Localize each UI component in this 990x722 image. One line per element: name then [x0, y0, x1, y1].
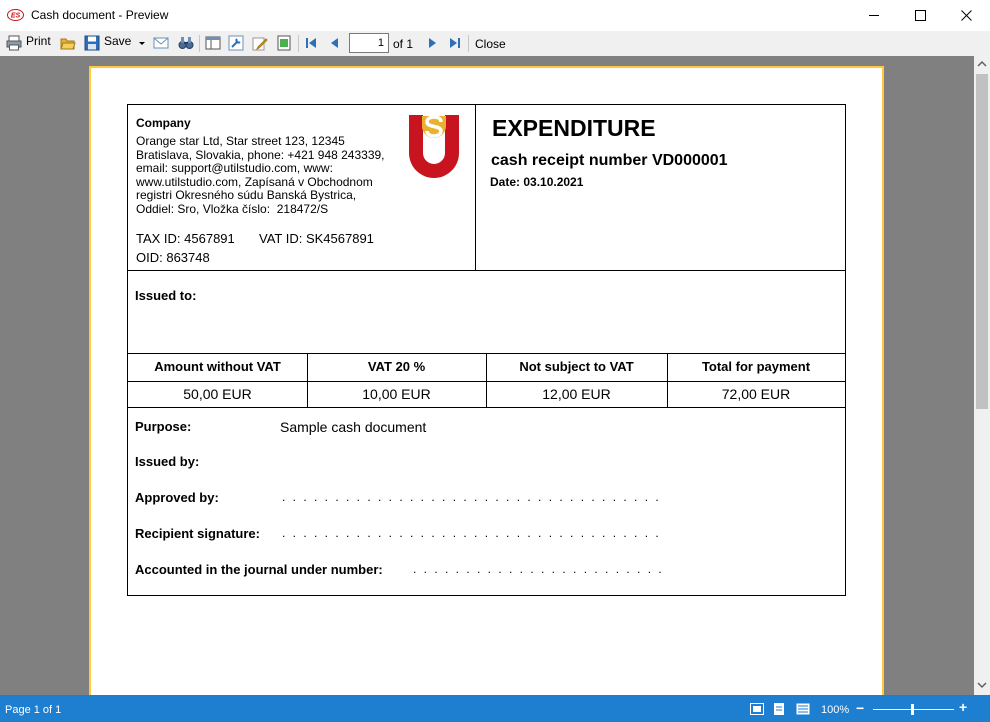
app-icon: ES	[7, 9, 24, 21]
oid: OID: 863748	[136, 250, 210, 265]
table-header-total: Total for payment	[701, 359, 811, 374]
print-button[interactable]: Print	[6, 34, 52, 53]
document-date: Date: 03.10.2021	[490, 175, 584, 189]
email-button[interactable]	[153, 34, 169, 53]
page-setup-button[interactable]	[205, 34, 221, 53]
find-button[interactable]	[178, 34, 194, 53]
close-button[interactable]: Close	[475, 37, 506, 51]
minimize-button[interactable]	[852, 0, 898, 31]
printer-icon	[6, 35, 22, 51]
cash-document: Company Orange star Ltd, Star street 123…	[127, 104, 846, 596]
save-button[interactable]: Save	[84, 34, 132, 53]
document-title: EXPENDITURE	[492, 115, 656, 141]
toolbar-separator	[298, 35, 299, 52]
table-value-vat: 10,00 EUR	[362, 386, 431, 402]
approved-by-label: Approved by:	[135, 490, 219, 505]
svg-text:ES: ES	[11, 13, 21, 20]
binoculars-icon	[178, 37, 194, 49]
page-count-label: of 1	[393, 37, 414, 51]
previous-page-icon	[331, 38, 338, 48]
toolbar: Print Save of 1 Close	[0, 31, 990, 56]
zoom-in-button[interactable]: +	[959, 699, 967, 715]
save-dropdown-button[interactable]	[138, 34, 147, 53]
header-divider	[475, 105, 476, 271]
recipient-signature-line: . . . . . . . . . . . . . . . . . . . . …	[282, 526, 661, 540]
first-page-icon	[306, 38, 316, 48]
table-header-amount: Amount without VAT	[154, 359, 281, 374]
settings-button[interactable]	[228, 34, 244, 53]
table-header-not-subject: Not subject to VAT	[519, 359, 634, 374]
minimize-icon	[869, 15, 879, 16]
edit-button[interactable]	[252, 34, 268, 53]
envelope-icon	[153, 37, 169, 49]
receipt-number: cash receipt number VD000001	[491, 152, 728, 169]
company-logo	[409, 115, 459, 178]
recipient-signature-label: Recipient signature:	[135, 526, 260, 541]
zoom-slider-thumb[interactable]	[911, 704, 914, 715]
folder-open-icon	[60, 38, 76, 50]
title-bar: ES Cash document - Preview	[0, 0, 990, 31]
issued-by-label: Issued by:	[135, 454, 200, 469]
journal-number-line: . . . . . . . . . . . . . . . . . . . . …	[413, 562, 664, 576]
print-label: Print	[26, 34, 51, 48]
toolbar-separator	[468, 35, 469, 52]
first-page-button[interactable]	[304, 34, 318, 53]
scroll-up-icon[interactable]	[977, 60, 987, 68]
last-page-button[interactable]	[448, 34, 462, 53]
floppy-disk-icon	[84, 35, 100, 51]
purpose-value: Sample cash document	[280, 419, 427, 435]
approved-by-signature-line: . . . . . . . . . . . . . . . . . . . . …	[282, 490, 661, 504]
table-value-not-subject: 12,00 EUR	[542, 386, 611, 402]
vertical-scrollbar[interactable]	[974, 56, 990, 695]
page-setup-icon[interactable]	[750, 703, 764, 715]
toolbar-separator	[199, 35, 200, 52]
page-status: Page 1 of 1	[5, 704, 62, 716]
close-icon	[961, 10, 972, 21]
page-image-icon	[277, 35, 291, 51]
last-page-icon	[450, 38, 460, 48]
issued-to-label: Issued to:	[135, 288, 197, 303]
pencil-icon	[252, 37, 268, 51]
table-value-amount: 50,00 EUR	[183, 386, 252, 402]
next-page-icon	[429, 38, 436, 48]
open-button[interactable]	[60, 34, 76, 53]
single-page-icon[interactable]	[773, 703, 785, 715]
maximize-icon	[915, 10, 926, 21]
previous-page-button[interactable]	[329, 34, 341, 53]
close-window-button[interactable]	[944, 0, 990, 31]
window-title: Cash document - Preview	[31, 8, 169, 22]
page-layout-icon	[205, 36, 221, 50]
table-header-vat: VAT 20 %	[367, 359, 426, 374]
company-title: Company	[136, 116, 191, 130]
scrollbar-thumb[interactable]	[976, 74, 988, 409]
save-label: Save	[104, 34, 132, 48]
purpose-label: Purpose:	[135, 419, 192, 434]
status-bar: Page 1 of 1 100% − +	[0, 695, 990, 722]
journal-label: Accounted in the journal under number:	[135, 562, 383, 577]
company-address: Orange star Ltd, Star street 123, 12345 …	[136, 134, 385, 216]
multi-page-icon[interactable]	[796, 703, 810, 715]
watermark-button[interactable]	[276, 34, 292, 53]
page-number-input[interactable]	[349, 33, 389, 53]
maximize-button[interactable]	[898, 0, 944, 31]
zoom-level: 100%	[821, 704, 850, 716]
section-divider	[128, 270, 845, 271]
table-value-total: 72,00 EUR	[721, 386, 791, 402]
vat-id: VAT ID: SK4567891	[259, 231, 374, 246]
tax-id: TAX ID: 4567891	[136, 231, 235, 246]
zoom-out-button[interactable]: −	[856, 700, 864, 716]
scroll-down-icon[interactable]	[977, 681, 987, 689]
next-page-button[interactable]	[426, 34, 438, 53]
wrench-icon	[228, 35, 244, 51]
chevron-down-icon	[139, 42, 145, 45]
